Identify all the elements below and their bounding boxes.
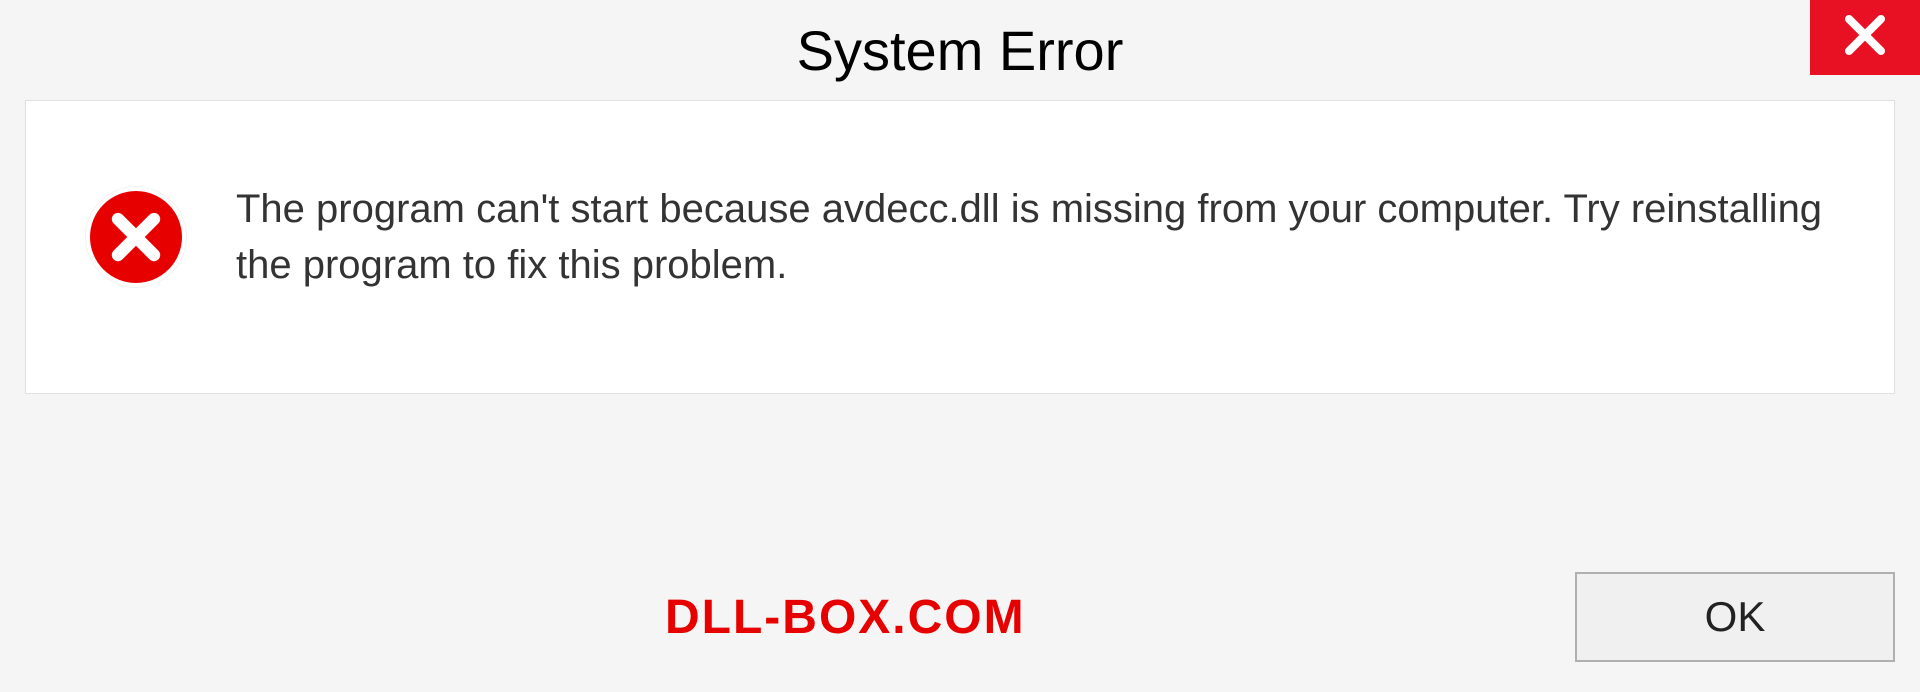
title-bar: System Error (0, 0, 1920, 100)
system-error-dialog: System Error The program can't start bec… (0, 0, 1920, 692)
dialog-footer: DLL-BOX.COM OK (25, 572, 1895, 662)
close-icon (1841, 11, 1889, 64)
error-icon (86, 187, 186, 287)
ok-button[interactable]: OK (1575, 572, 1895, 662)
error-message: The program can't start because avdecc.d… (236, 181, 1834, 293)
dialog-title: System Error (797, 18, 1124, 83)
content-panel: The program can't start because avdecc.d… (25, 100, 1895, 394)
watermark-text: DLL-BOX.COM (25, 590, 1026, 645)
close-button[interactable] (1810, 0, 1920, 75)
